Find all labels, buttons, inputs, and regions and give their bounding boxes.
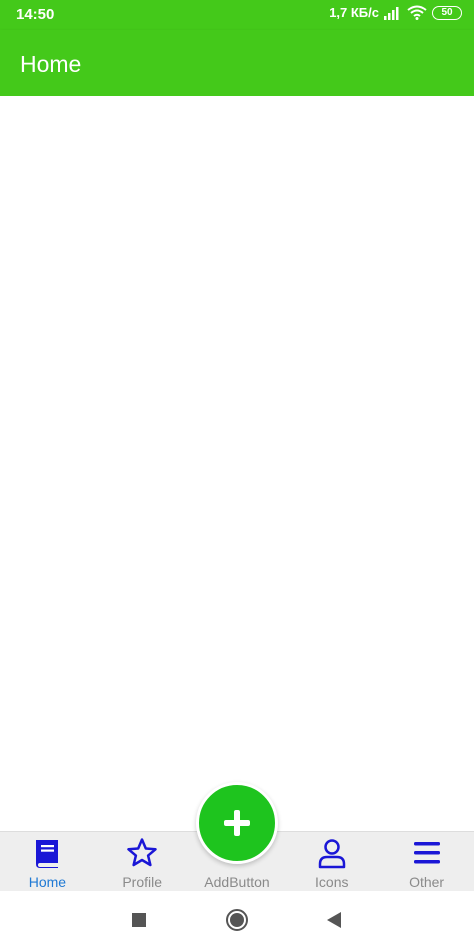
person-icon [318, 839, 346, 869]
main-content [0, 96, 474, 831]
add-button[interactable] [196, 782, 278, 864]
nav-item-profile[interactable]: Profile [95, 832, 190, 892]
back-triangle-icon [327, 912, 341, 928]
nav-label-home: Home [28, 874, 67, 890]
status-indicators: 1,7 КБ/с 50 [329, 5, 462, 20]
nav-item-home[interactable]: Home [0, 832, 95, 892]
nav-label-icons: Icons [315, 874, 349, 890]
circle-icon [226, 909, 248, 931]
nav-item-icons[interactable]: Icons [284, 832, 379, 892]
recents-button[interactable] [126, 907, 152, 933]
app-bar: Home [0, 30, 474, 96]
status-bar: 14:50 1,7 КБ/с 50 [0, 0, 474, 30]
plus-icon [224, 810, 250, 836]
back-button[interactable] [321, 907, 347, 933]
page-title: Home [20, 51, 82, 77]
signal-icon [384, 6, 399, 20]
square-icon [132, 913, 146, 927]
battery-level: 50 [441, 7, 453, 18]
nav-label-addbutton: AddButton [204, 874, 270, 890]
menu-icon [413, 842, 440, 864]
system-navigation-bar [0, 891, 474, 948]
status-time: 14:50 [16, 6, 55, 23]
battery-icon: 50 [432, 5, 462, 20]
home-button[interactable] [224, 907, 250, 933]
nav-label-profile: Profile [122, 874, 163, 890]
book-icon [36, 840, 59, 868]
nav-label-other: Other [409, 874, 445, 890]
wifi-icon [407, 5, 427, 20]
network-speed: 1,7 КБ/с [329, 5, 379, 20]
nav-item-other[interactable]: Other [379, 832, 474, 892]
star-icon [127, 838, 157, 867]
